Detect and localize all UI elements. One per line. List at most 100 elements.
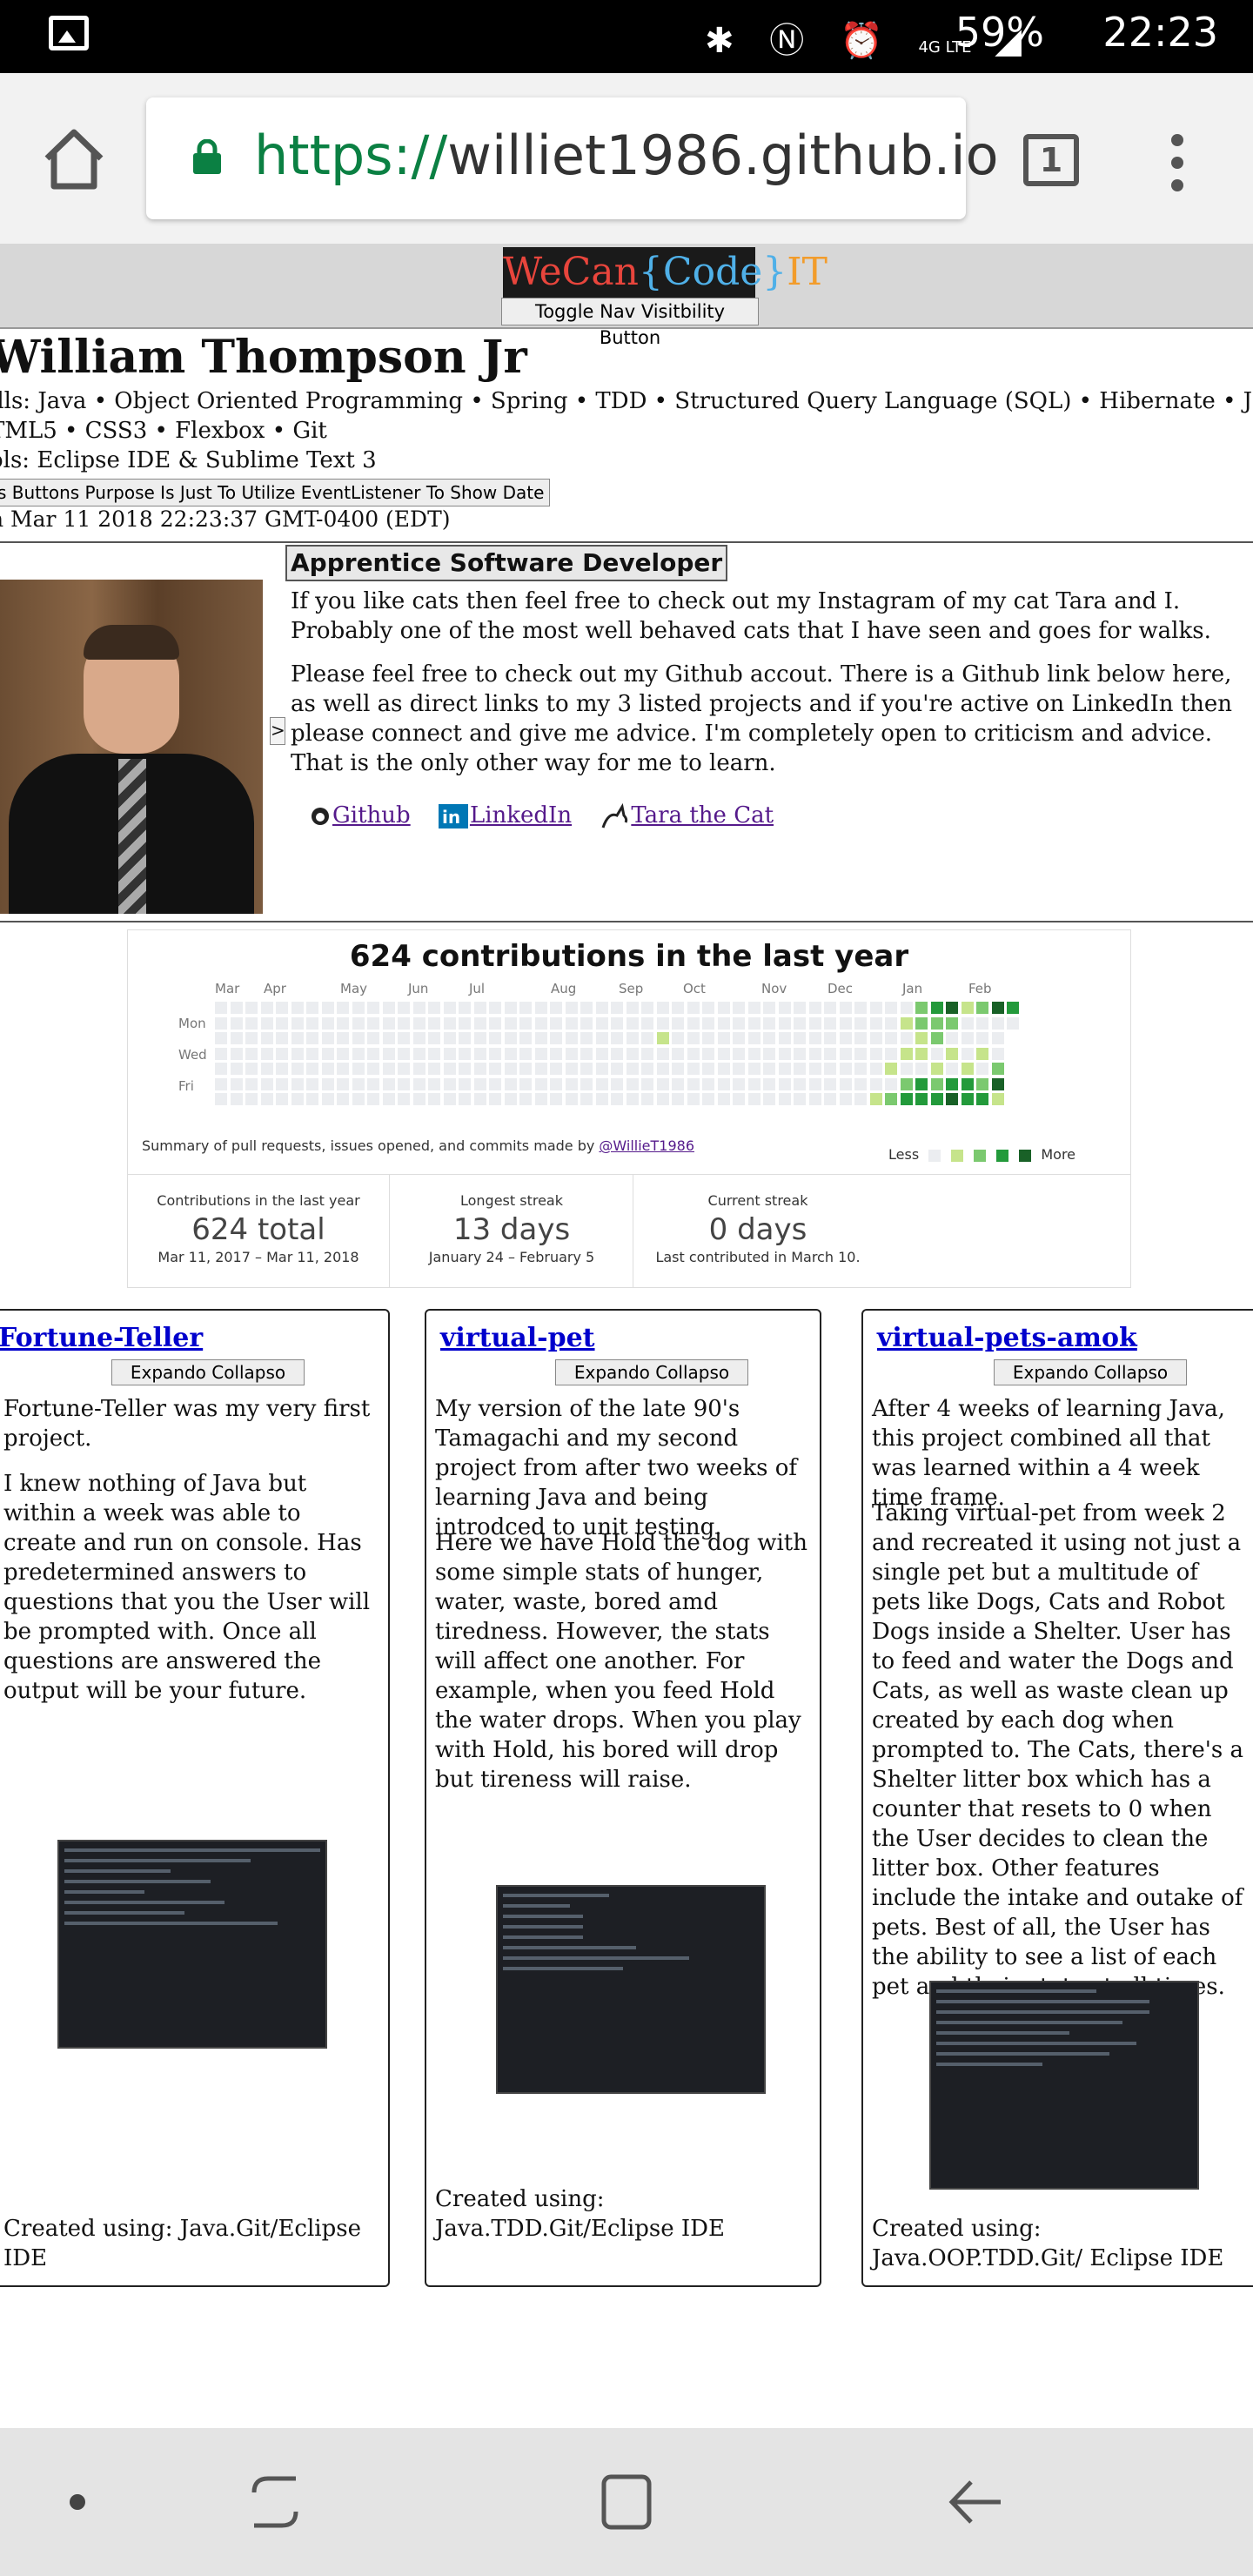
contribution-cell[interactable] xyxy=(900,1002,913,1014)
site-logo[interactable]: WeCan{Code}IT xyxy=(503,247,828,298)
contribution-cell[interactable] xyxy=(565,1032,578,1044)
contribution-cell[interactable] xyxy=(519,1016,532,1030)
contribution-cell[interactable] xyxy=(504,1016,517,1030)
contribution-cell[interactable] xyxy=(412,1063,425,1075)
contribution-cell[interactable] xyxy=(717,1093,730,1105)
contribution-cell[interactable] xyxy=(306,1093,318,1105)
contribution-cell[interactable] xyxy=(702,1032,714,1044)
contribution-cell[interactable] xyxy=(459,1047,471,1060)
contribution-cell[interactable] xyxy=(276,1016,288,1030)
contribution-cell[interactable] xyxy=(778,1093,791,1105)
contribution-cell[interactable] xyxy=(291,1016,304,1030)
contribution-cell[interactable] xyxy=(747,1077,761,1090)
contribution-cell[interactable] xyxy=(656,1063,669,1075)
project-title-link[interactable]: Fortune-Teller xyxy=(0,1323,203,1353)
contribution-cell[interactable] xyxy=(565,1016,578,1030)
expando-collapso-button[interactable]: Expando Collapso xyxy=(111,1359,305,1385)
contribution-cell[interactable] xyxy=(900,1032,913,1044)
contribution-cell[interactable] xyxy=(733,1016,745,1030)
contribution-cell[interactable] xyxy=(930,1002,943,1014)
contribution-cell[interactable] xyxy=(412,1093,425,1105)
contribution-cell[interactable] xyxy=(976,1077,988,1090)
contribution-cell[interactable] xyxy=(534,1093,547,1105)
contribution-cell[interactable] xyxy=(672,1077,684,1090)
contribution-cell[interactable] xyxy=(398,1077,410,1090)
contribution-cell[interactable] xyxy=(489,1032,501,1044)
contribution-cell[interactable] xyxy=(672,1093,684,1105)
contribution-cell[interactable] xyxy=(550,1016,562,1030)
contribution-cell[interactable] xyxy=(352,1077,365,1090)
github-user-link[interactable]: @WillieT1986 xyxy=(599,1137,694,1154)
contribution-cell[interactable] xyxy=(352,1093,365,1105)
contribution-cell[interactable] xyxy=(398,1002,410,1014)
contribution-cell[interactable] xyxy=(291,1032,304,1044)
contribution-cell[interactable] xyxy=(626,1077,639,1090)
contribution-cell[interactable] xyxy=(215,1016,227,1030)
contribution-cell[interactable] xyxy=(504,1063,517,1075)
contribution-cell[interactable] xyxy=(260,1032,273,1044)
contribution-cell[interactable] xyxy=(763,1002,775,1014)
contribution-cell[interactable] xyxy=(991,1077,1004,1090)
contribution-cell[interactable] xyxy=(337,1016,349,1030)
contribution-cell[interactable] xyxy=(747,1093,761,1105)
contribution-cell[interactable] xyxy=(321,1032,334,1044)
contribution-cell[interactable] xyxy=(412,1077,425,1090)
contribution-cell[interactable] xyxy=(382,1047,395,1060)
contribution-cell[interactable] xyxy=(747,1032,761,1044)
contribution-cell[interactable] xyxy=(550,1047,562,1060)
contribution-cell[interactable] xyxy=(412,1047,425,1060)
contribution-cell[interactable] xyxy=(443,1093,456,1105)
contribution-cell[interactable] xyxy=(382,1032,395,1044)
contribution-cell[interactable] xyxy=(946,1093,958,1105)
contribution-cell[interactable] xyxy=(215,1002,227,1014)
contribution-cell[interactable] xyxy=(900,1077,913,1090)
overflow-menu-icon[interactable] xyxy=(1171,134,1187,191)
contribution-cell[interactable] xyxy=(534,1002,547,1014)
contribution-cell[interactable] xyxy=(717,1016,730,1030)
contribution-cell[interactable] xyxy=(352,1016,365,1030)
contribution-cell[interactable] xyxy=(337,1002,349,1014)
contribution-cell[interactable] xyxy=(504,1047,517,1060)
contribution-cell[interactable] xyxy=(869,1047,882,1060)
contribution-cell[interactable] xyxy=(337,1032,349,1044)
contribution-cell[interactable] xyxy=(672,1002,684,1014)
contribution-cell[interactable] xyxy=(930,1016,943,1030)
contribution-cell[interactable] xyxy=(839,1063,852,1075)
contribution-cell[interactable] xyxy=(854,1002,867,1014)
contribution-cell[interactable] xyxy=(367,1047,379,1060)
contribution-cell[interactable] xyxy=(778,1063,791,1075)
contribution-cell[interactable] xyxy=(459,1093,471,1105)
contribution-cell[interactable] xyxy=(321,1077,334,1090)
contribution-cell[interactable] xyxy=(733,1032,745,1044)
contribution-cell[interactable] xyxy=(915,1077,928,1090)
contribution-cell[interactable] xyxy=(580,1093,593,1105)
contribution-cell[interactable] xyxy=(839,1016,852,1030)
contribution-cell[interactable] xyxy=(808,1016,821,1030)
contribution-cell[interactable] xyxy=(839,1093,852,1105)
contribution-cell[interactable] xyxy=(367,1002,379,1014)
contribution-cell[interactable] xyxy=(550,1002,562,1014)
contribution-cell[interactable] xyxy=(504,1093,517,1105)
contribution-cell[interactable] xyxy=(260,1093,273,1105)
contribution-cell[interactable] xyxy=(580,1032,593,1044)
contribution-cell[interactable] xyxy=(778,1047,791,1060)
contribution-cell[interactable] xyxy=(595,1032,608,1044)
contribution-cell[interactable] xyxy=(747,1016,761,1030)
github-link[interactable]: Github xyxy=(332,802,411,828)
contribution-cell[interactable] xyxy=(565,1077,578,1090)
contribution-cell[interactable] xyxy=(595,1077,608,1090)
contribution-cell[interactable] xyxy=(245,1063,258,1075)
contribution-cell[interactable] xyxy=(702,1047,714,1060)
contribution-cell[interactable] xyxy=(656,1047,669,1060)
contribution-cell[interactable] xyxy=(885,1047,897,1060)
contribution-cell[interactable] xyxy=(641,1016,653,1030)
contribution-cell[interactable] xyxy=(412,1016,425,1030)
contribution-cell[interactable] xyxy=(367,1093,379,1105)
contribution-cell[interactable] xyxy=(854,1077,867,1090)
contribution-cell[interactable] xyxy=(808,1063,821,1075)
tab-switcher-button[interactable]: 1 xyxy=(1023,134,1079,186)
contribution-cell[interactable] xyxy=(930,1047,943,1060)
contribution-cell[interactable] xyxy=(808,1093,821,1105)
contribution-cell[interactable] xyxy=(626,1032,639,1044)
contribution-cell[interactable] xyxy=(459,1077,471,1090)
